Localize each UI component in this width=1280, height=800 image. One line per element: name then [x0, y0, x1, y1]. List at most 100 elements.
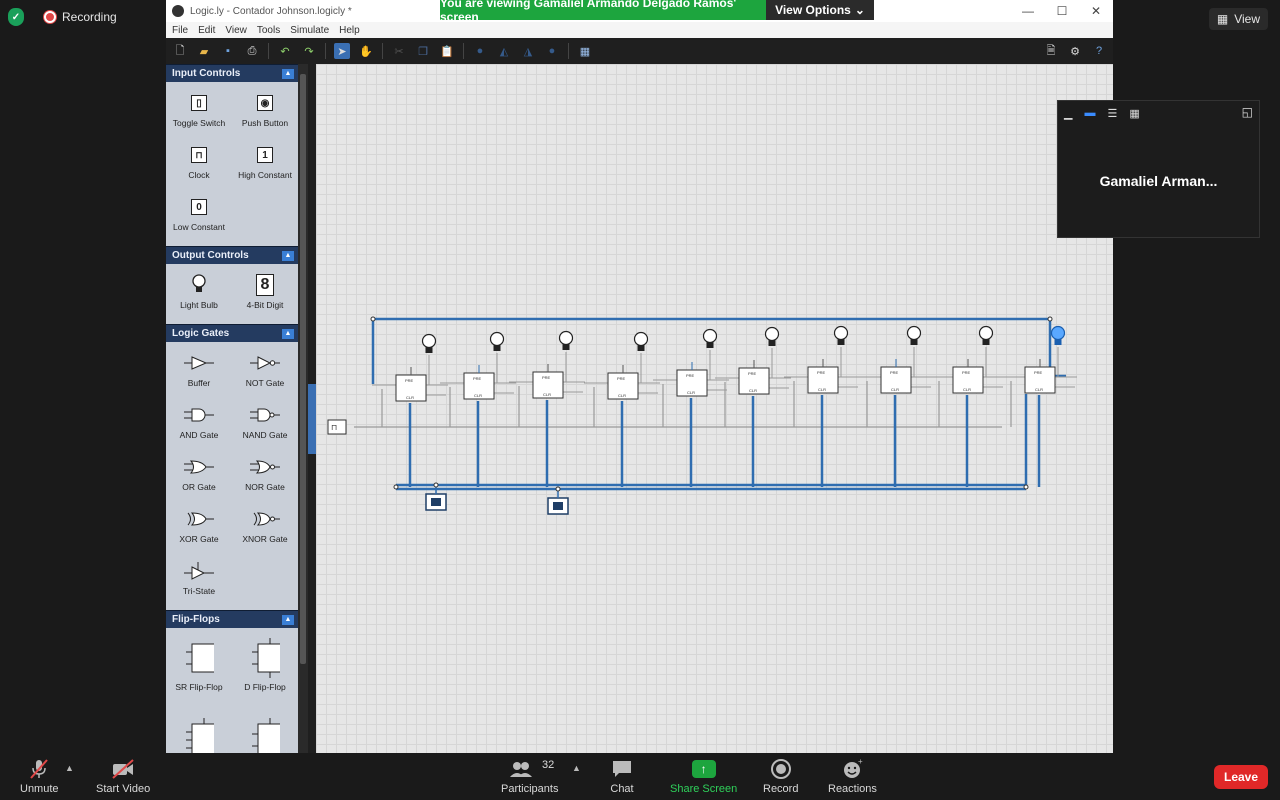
palette-toggle-switch[interactable]: ▯ Toggle Switch: [166, 86, 232, 138]
palette-scrollbar[interactable]: [298, 64, 308, 753]
document-icon[interactable]: 🗎: [1043, 43, 1059, 59]
section-logic-gates[interactable]: Logic Gates ▲: [166, 324, 298, 342]
reactions-button[interactable]: + Reactions: [828, 757, 877, 795]
scrollbar-thumb[interactable]: [300, 74, 306, 664]
menu-file[interactable]: File: [172, 25, 188, 36]
palette-not-gate[interactable]: NOT Gate: [232, 346, 298, 398]
menu-tools[interactable]: Tools: [257, 25, 280, 36]
participants-caret-icon[interactable]: ▲: [572, 763, 581, 773]
palette-jk-flip-flop[interactable]: [166, 712, 232, 753]
pan-hand-icon[interactable]: ✋: [358, 43, 374, 59]
palette-xnor-gate[interactable]: XNOR Gate: [232, 502, 298, 554]
share-screen-button[interactable]: ↑ Share Screen: [670, 757, 737, 795]
palette-push-button[interactable]: ◉ Push Button: [232, 86, 298, 138]
copy-icon[interactable]: ❐: [415, 43, 431, 59]
light-bulb: [906, 325, 922, 341]
menu-help[interactable]: Help: [339, 25, 360, 36]
palette-xor-gate[interactable]: XOR Gate: [166, 502, 232, 554]
palette-clock[interactable]: ⊓ Clock: [166, 138, 232, 190]
redo-icon[interactable]: ↷: [301, 43, 317, 59]
save-icon[interactable]: ▪: [220, 43, 236, 59]
collapse-arrow-icon[interactable]: ▲: [282, 250, 294, 261]
palette-label: OR Gate: [182, 482, 216, 492]
palette-buffer[interactable]: Buffer: [166, 346, 232, 398]
participant-name: Gamaliel Arman...: [1099, 173, 1218, 189]
menu-view[interactable]: View: [225, 25, 247, 36]
flip-flop-pre-label: PRE: [817, 370, 826, 375]
rotate-icon[interactable]: ◭: [496, 43, 512, 59]
participant-video-tile[interactable]: ▁ ▬ ☰ ▦ ◱ Gamaliel Arman...: [1057, 100, 1260, 238]
minimize-icon[interactable]: —: [1011, 0, 1045, 22]
help-icon[interactable]: ?: [1091, 43, 1107, 59]
palette-low-constant[interactable]: 0 Low Constant: [166, 190, 232, 242]
view-button[interactable]: ▦ View: [1208, 8, 1268, 30]
flip-flop-clr-label: CLR: [818, 387, 826, 392]
recording-indicator[interactable]: Recording: [44, 10, 117, 24]
section-flip-flops[interactable]: Flip-Flops ▲: [166, 610, 298, 628]
light-bulb: [633, 331, 649, 347]
palette-label: Clock: [188, 170, 210, 180]
palette-4-bit-digit[interactable]: 8 4-Bit Digit: [232, 268, 298, 320]
collapse-arrow-icon[interactable]: ▲: [282, 68, 294, 79]
paste-icon[interactable]: 📋: [439, 43, 455, 59]
palette-and-gate[interactable]: AND Gate: [166, 398, 232, 450]
cut-icon[interactable]: ✂: [391, 43, 407, 59]
palette-collapse-tab[interactable]: [308, 384, 316, 454]
minimize-tile-icon[interactable]: ▁: [1064, 107, 1072, 120]
collapse-arrow-icon[interactable]: ▲: [282, 328, 294, 339]
audio-options-caret-icon[interactable]: ▲: [65, 763, 74, 773]
palette-label: Light Bulb: [180, 300, 218, 310]
select-pointer-icon[interactable]: ➤: [334, 43, 350, 59]
pop-out-icon[interactable]: ◱: [1242, 105, 1253, 119]
logicly-logo-icon: [172, 5, 184, 17]
section-input-controls[interactable]: Input Controls ▲: [166, 64, 298, 82]
close-icon[interactable]: ✕: [1079, 0, 1113, 22]
section-title: Flip-Flops: [172, 614, 220, 625]
palette-label: Buffer: [187, 378, 211, 388]
palette-nand-gate[interactable]: NAND Gate: [232, 398, 298, 450]
buffer-gate-icon: [184, 352, 214, 374]
palette-d-flip-flop[interactable]: D Flip-Flop: [232, 632, 298, 712]
security-shield-icon[interactable]: ✓: [8, 8, 24, 26]
view-options-button[interactable]: View Options ⌄: [766, 0, 874, 20]
start-video-button[interactable]: Start Video: [96, 757, 150, 795]
truth-table-icon[interactable]: ▦: [577, 43, 593, 59]
start-video-label: Start Video: [96, 783, 151, 795]
palette-sr-flip-flop[interactable]: SR Flip-Flop: [166, 632, 232, 712]
record-button[interactable]: Record: [763, 757, 798, 795]
zoom-status: ✓ Recording: [8, 8, 117, 26]
light-bulb: [489, 331, 505, 347]
leave-meeting-button[interactable]: Leave: [1214, 765, 1268, 789]
chat-button[interactable]: Chat: [610, 757, 634, 795]
junction-dot: [1023, 484, 1029, 490]
open-folder-icon[interactable]: ▰: [196, 43, 212, 59]
undo-icon[interactable]: ↶: [277, 43, 293, 59]
palette-label: XNOR Gate: [242, 534, 288, 544]
flip-flop-clr-label: CLR: [891, 387, 899, 392]
section-output-controls[interactable]: Output Controls ▲: [166, 246, 298, 264]
circuit-canvas[interactable]: PRE CLR PRE CLR PRE CLR PRE CLR PRE CLR PRE CLR PRE C…: [316, 64, 1113, 753]
maximize-icon[interactable]: ☐: [1045, 0, 1079, 22]
palette-label: High Constant: [238, 170, 292, 180]
palette-t-flip-flop[interactable]: [232, 712, 298, 753]
strip-view-icon[interactable]: ☰: [1107, 107, 1117, 120]
align-icon[interactable]: ●: [544, 43, 560, 59]
unmute-button[interactable]: Unmute: [20, 757, 59, 795]
palette-high-constant[interactable]: 1 High Constant: [232, 138, 298, 190]
flip-icon[interactable]: ◮: [520, 43, 536, 59]
collapse-arrow-icon[interactable]: ▲: [282, 614, 294, 625]
palette-tri-state[interactable]: Tri-State: [166, 554, 232, 606]
menu-simulate[interactable]: Simulate: [290, 25, 329, 36]
circuit-diagram[interactable]: PRE CLR PRE CLR PRE CLR PRE CLR PRE CLR PRE CLR PRE C…: [316, 64, 1113, 753]
light-bulb-base: [706, 342, 714, 348]
menu-edit[interactable]: Edit: [198, 25, 215, 36]
palette-nor-gate[interactable]: NOR Gate: [232, 450, 298, 502]
speaker-view-icon[interactable]: ▬: [1084, 107, 1095, 119]
zoom-in-icon[interactable]: ●: [472, 43, 488, 59]
gallery-view-icon[interactable]: ▦: [1129, 107, 1139, 120]
settings-gear-icon[interactable]: ⚙: [1067, 43, 1083, 59]
new-file-icon[interactable]: 🗋: [172, 43, 188, 59]
palette-or-gate[interactable]: OR Gate: [166, 450, 232, 502]
palette-light-bulb[interactable]: Light Bulb: [166, 268, 232, 320]
print-icon[interactable]: ⎙: [244, 43, 260, 59]
